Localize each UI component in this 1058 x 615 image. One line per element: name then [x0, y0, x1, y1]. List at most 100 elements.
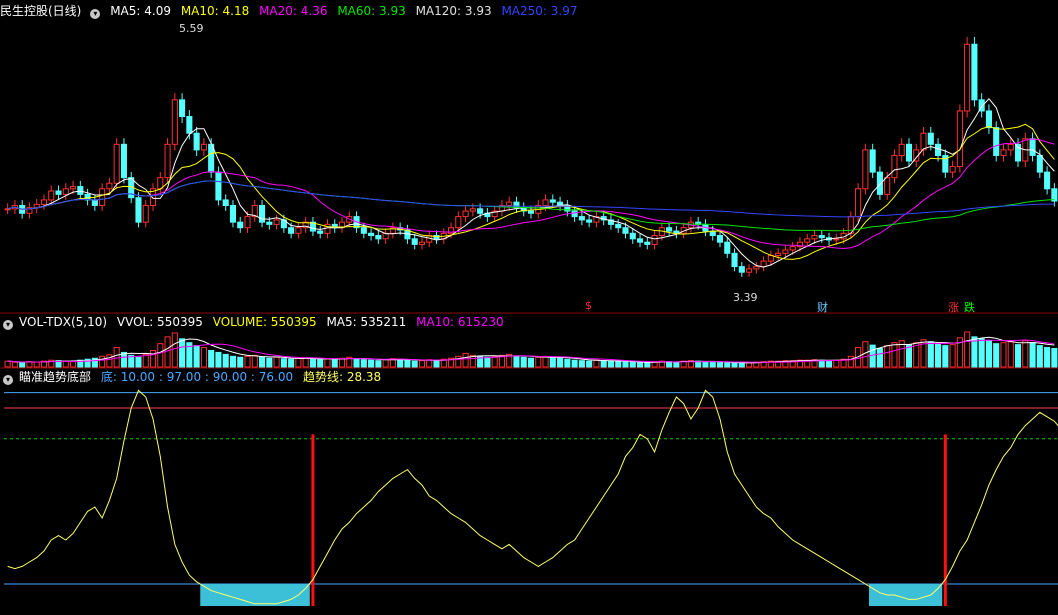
volume-bar: [171, 332, 178, 368]
candle: [818, 235, 825, 239]
volume-bar: [26, 361, 33, 368]
marker-finance: 财: [817, 301, 828, 314]
candle: [651, 235, 658, 245]
volume-bar: [622, 361, 629, 368]
candle: [40, 199, 48, 205]
volume-bar: [564, 358, 571, 368]
candle: [724, 241, 731, 254]
volume-bar: [404, 359, 411, 368]
candle: [186, 116, 193, 134]
volume-bar: [964, 331, 971, 368]
candle: [964, 43, 971, 112]
chart-canvas[interactable]: [0, 0, 1058, 615]
volume-bar: [266, 357, 273, 368]
volume-bar: [4, 360, 11, 368]
candle: [782, 249, 789, 254]
candle: [455, 216, 462, 229]
bottom-zone-bar: [229, 584, 238, 606]
bottom-zone-bar: [898, 584, 906, 606]
volume-bar: [418, 360, 426, 368]
volume-bar: [978, 338, 985, 368]
candle: [106, 182, 113, 190]
candle: [811, 235, 818, 240]
volume-bar: [927, 341, 934, 368]
volume-bar: [208, 349, 215, 368]
volume-bar: [527, 357, 535, 368]
candle: [636, 238, 644, 243]
candle: [469, 208, 476, 212]
candle: [920, 132, 927, 151]
volume-bar: [353, 358, 360, 368]
candle: [578, 216, 585, 221]
candle: [775, 252, 782, 257]
volume-bar: [157, 343, 164, 368]
candle: [135, 197, 142, 223]
volume-bar: [716, 362, 724, 368]
volume-bar: [135, 356, 142, 368]
trend-line: [7, 389, 1058, 605]
bottom-zone-bar: [876, 584, 885, 606]
bottom-zone-bar: [912, 584, 921, 606]
candle: [462, 210, 469, 218]
candle: [259, 204, 266, 223]
volume-bar: [942, 345, 949, 368]
volume-bar: [149, 349, 157, 368]
volume-bar: [331, 358, 338, 368]
candle: [1044, 171, 1051, 190]
marker-down: 跌: [964, 301, 975, 314]
volume-bar: [491, 355, 498, 368]
bottom-zone-bar: [258, 584, 267, 606]
volume-bar: [433, 359, 440, 368]
volume-bar: [600, 360, 607, 368]
volume-bar: [62, 360, 69, 368]
volume-bar: [317, 359, 324, 368]
volume-bar: [484, 356, 491, 368]
bottom-zone-bar: [302, 584, 310, 606]
volume-bar: [557, 357, 564, 368]
volume-bar: [876, 348, 883, 368]
volume-bar: [273, 356, 280, 368]
volume-bar: [724, 362, 731, 368]
candle: [753, 266, 760, 270]
volume-bar: [324, 358, 331, 368]
candle: [55, 190, 62, 195]
volume-bar: [520, 356, 527, 368]
candle: [629, 232, 636, 240]
candle: [644, 241, 651, 245]
volume-bar: [229, 355, 237, 368]
volume-bar: [1014, 344, 1022, 368]
volume-bar: [338, 357, 346, 368]
candle: [586, 219, 593, 223]
candle: [273, 219, 280, 225]
volume-bar: [985, 340, 992, 368]
volume-bar: [259, 356, 266, 368]
candle: [549, 199, 556, 203]
volume-bar: [571, 359, 578, 368]
candle: [833, 238, 840, 241]
candle: [1000, 149, 1007, 156]
candle: [418, 241, 426, 245]
candle: [927, 132, 934, 145]
candle: [746, 268, 753, 273]
candle: [266, 221, 273, 225]
candle: [229, 204, 237, 223]
volume-bar: [309, 358, 316, 368]
candle: [77, 186, 84, 195]
bottom-zone-bar: [934, 584, 943, 606]
candle: [804, 238, 811, 243]
volume-bar: [847, 355, 854, 368]
volume-bar: [702, 361, 709, 368]
volume-bar: [709, 361, 716, 368]
volume-bar: [1007, 341, 1014, 368]
candle: [985, 110, 992, 129]
candle: [622, 227, 629, 234]
candle: [571, 210, 578, 218]
volume-bar: [731, 362, 738, 368]
candle: [506, 201, 513, 206]
candle: [4, 208, 11, 211]
volume-bar: [542, 355, 549, 368]
volume-bar: [375, 360, 382, 368]
bottom-zone-bar: [287, 584, 296, 606]
volume-bar: [215, 351, 222, 368]
candle: [222, 199, 229, 206]
